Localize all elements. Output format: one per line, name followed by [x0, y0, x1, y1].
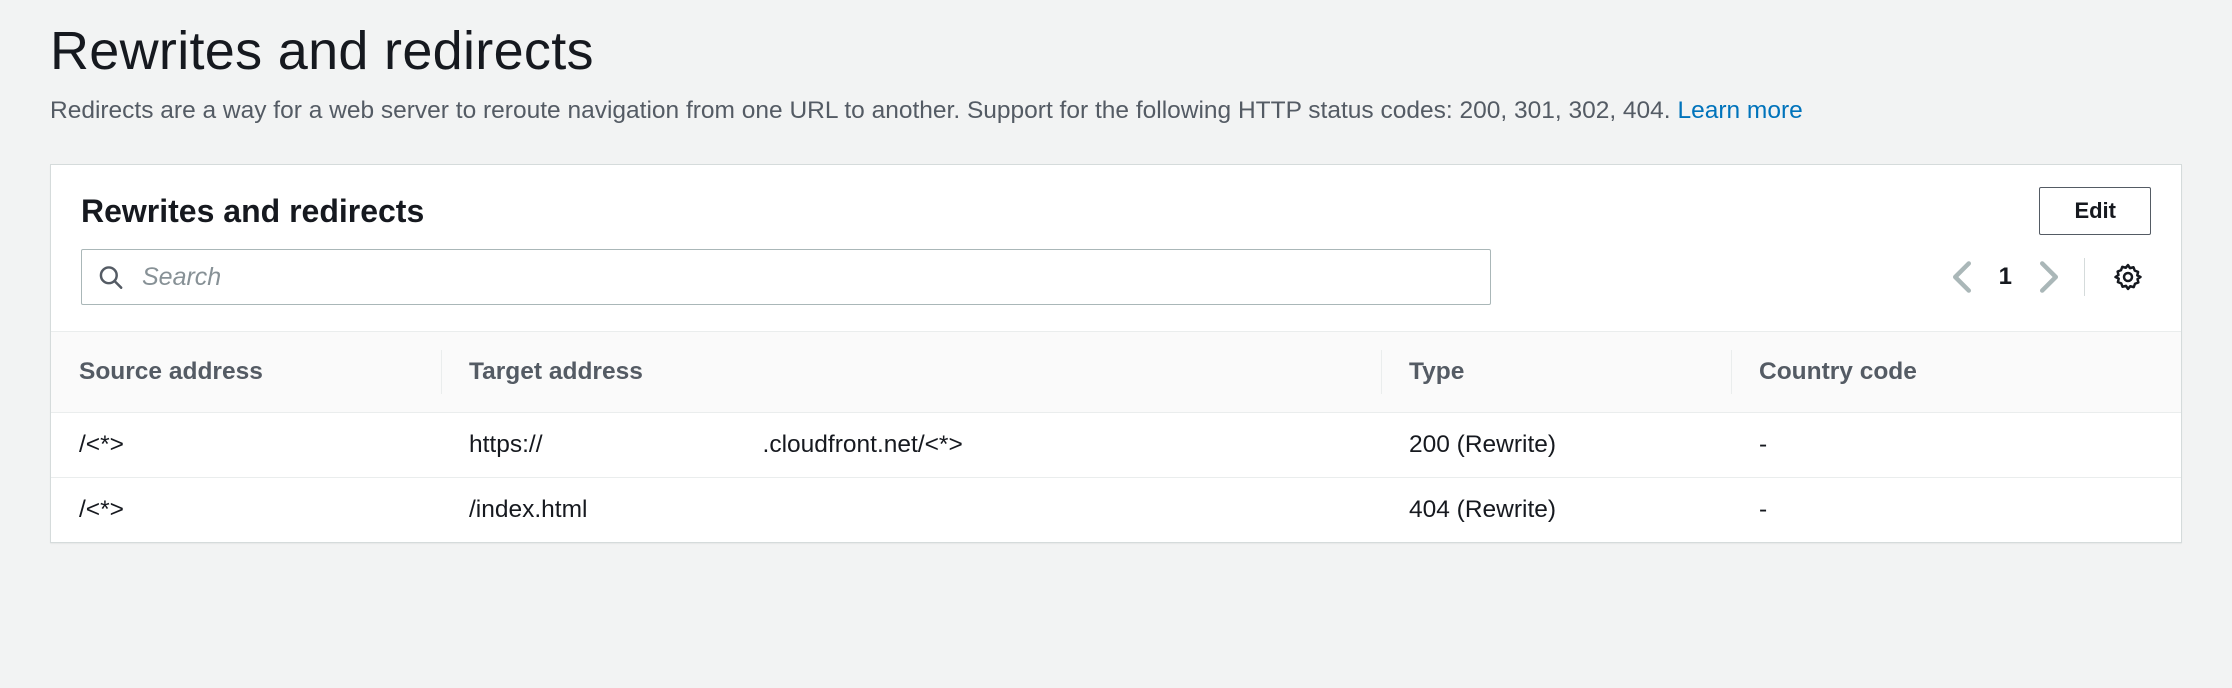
table-row: /<*> https:// .cloudfront.net/<*> 200 (Re… — [51, 413, 2181, 478]
cell-source: /<*> — [51, 478, 441, 543]
learn-more-link[interactable]: Learn more — [1677, 97, 1802, 124]
card-toolbar: 1 — [51, 249, 2181, 331]
cell-target: https:// .cloudfront.net/<*> — [441, 413, 1381, 478]
search-input[interactable] — [81, 249, 1491, 305]
col-country-header[interactable]: Country code — [1731, 332, 2181, 413]
col-type-header[interactable]: Type — [1381, 332, 1731, 413]
chevron-right-icon — [2038, 260, 2060, 294]
col-target-header[interactable]: Target address — [441, 332, 1381, 413]
cell-type: 404 (Rewrite) — [1381, 478, 1731, 543]
card-title: Rewrites and redirects — [81, 193, 424, 230]
pager-current-page: 1 — [1991, 263, 2020, 291]
chevron-left-icon — [1951, 260, 1973, 294]
pager: 1 — [1951, 260, 2060, 294]
gear-icon — [2113, 262, 2143, 292]
search-icon — [97, 264, 124, 291]
cell-type: 200 (Rewrite) — [1381, 413, 1731, 478]
cell-target-suffix: .cloudfront.net/<*> — [763, 431, 963, 459]
pager-next-button[interactable] — [2038, 260, 2060, 294]
cell-target-prefix: https:// — [469, 431, 543, 459]
settings-button[interactable] — [2109, 258, 2147, 296]
right-controls: 1 — [1951, 258, 2151, 296]
col-source-header[interactable]: Source address — [51, 332, 441, 413]
table-header-row: Source address Target address Type Count… — [51, 332, 2181, 413]
cell-target: /index.html — [441, 478, 1381, 543]
search-wrap — [81, 249, 1491, 305]
rewrites-table: Source address Target address Type Count… — [51, 331, 2181, 542]
cell-source: /<*> — [51, 413, 441, 478]
toolbar-divider — [2084, 258, 2085, 296]
page-title: Rewrites and redirects — [50, 20, 2182, 82]
table-row: /<*> /index.html 404 (Rewrite) - — [51, 478, 2181, 543]
page-description-text: Redirects are a way for a web server to … — [50, 97, 1671, 124]
rewrites-card: Rewrites and redirects Edit 1 — [50, 164, 2182, 543]
cell-country: - — [1731, 478, 2181, 543]
cell-target-prefix: /index.html — [469, 496, 587, 524]
card-header: Rewrites and redirects Edit — [51, 165, 2181, 249]
cell-country: - — [1731, 413, 2181, 478]
page-description: Redirects are a way for a web server to … — [50, 94, 2182, 128]
pager-prev-button[interactable] — [1951, 260, 1973, 294]
edit-button[interactable]: Edit — [2039, 187, 2151, 235]
